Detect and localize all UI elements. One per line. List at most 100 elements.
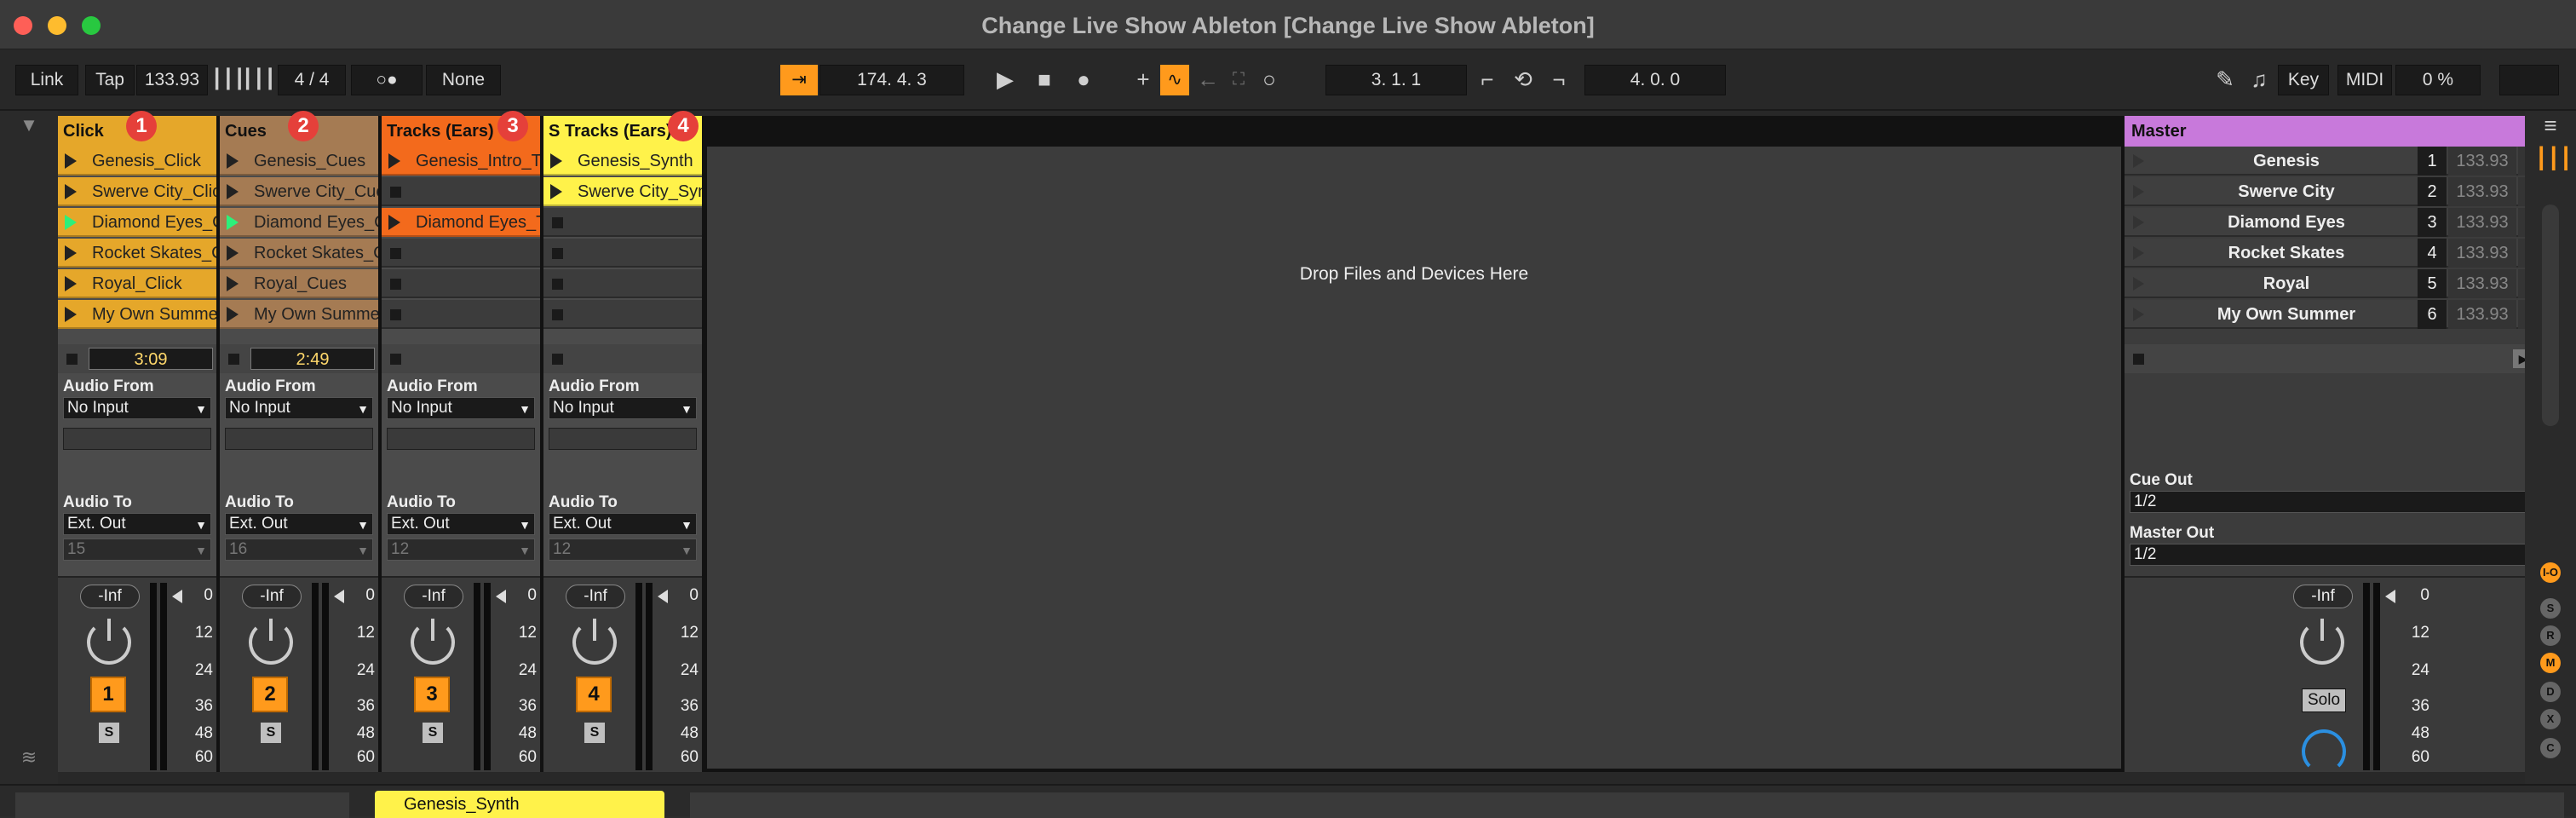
view-toggle-x[interactable]: X: [2540, 709, 2561, 729]
play-icon[interactable]: [227, 276, 239, 291]
tempo-field[interactable]: 133.93: [136, 65, 208, 95]
scene-tempo[interactable]: 133.93: [2448, 239, 2516, 268]
computer-midi-keyboard-icon[interactable]: ♫: [2244, 65, 2274, 95]
view-toggle-c[interactable]: C: [2540, 738, 2561, 758]
loop-length-field[interactable]: 4. 0. 0: [1584, 65, 1726, 95]
back-to-arrangement-icon[interactable]: ←: [1193, 65, 1223, 95]
loop-start-field[interactable]: 3. 1. 1: [1325, 65, 1467, 95]
track-activator-button[interactable]: 4: [576, 677, 612, 712]
audio-from-select[interactable]: No Input: [225, 397, 373, 419]
play-icon[interactable]: [227, 184, 239, 199]
clip-slot[interactable]: Diamond Eyes_Click: [58, 208, 216, 237]
pan-knob[interactable]: [87, 619, 131, 665]
solo-button[interactable]: S: [423, 723, 443, 743]
overdub-icon[interactable]: +: [1128, 65, 1159, 95]
clip-slot[interactable]: Rocket Skates_Cues: [220, 239, 378, 268]
automation-arm-icon[interactable]: ∿: [1160, 65, 1189, 95]
mixer-toggle-icon[interactable]: ┃┃┃: [2535, 145, 2572, 176]
scene-launch-icon[interactable]: [2133, 308, 2144, 321]
tap-button[interactable]: Tap: [85, 65, 135, 95]
capture-icon[interactable]: ⛶: [1223, 65, 1254, 95]
follow-button[interactable]: ⇥: [780, 65, 818, 95]
scene-launch-icon[interactable]: [2133, 216, 2144, 229]
loop-switch-icon[interactable]: ⟲: [1508, 65, 1538, 95]
empty-clip-slot[interactable]: [543, 269, 702, 298]
empty-clip-slot[interactable]: [382, 239, 540, 268]
view-toggle-s[interactable]: S: [2540, 598, 2561, 619]
pan-knob[interactable]: [572, 619, 617, 665]
punch-out-icon[interactable]: ¬: [1544, 65, 1574, 95]
play-icon[interactable]: [550, 153, 562, 169]
empty-clip-slot[interactable]: [543, 300, 702, 329]
empty-clip-slot[interactable]: [543, 239, 702, 268]
scene-row[interactable]: Swerve City 2 133.93 4 / 4: [2125, 177, 2576, 206]
cue-out-select[interactable]: 1/2: [2130, 491, 2571, 513]
scene-tempo[interactable]: 133.93: [2448, 208, 2516, 237]
track-activator-button[interactable]: 3: [414, 677, 450, 712]
scene-row[interactable]: Genesis 1 133.93 4 / 4: [2125, 147, 2576, 176]
play-icon[interactable]: ▶: [990, 65, 1021, 95]
clip-slot[interactable]: Swerve City_Click: [58, 177, 216, 206]
input-channel-select[interactable]: [225, 428, 373, 450]
play-icon[interactable]: [227, 245, 239, 261]
clip-slot[interactable]: Genesis_Intro_Tracks: [382, 147, 540, 176]
audio-from-select[interactable]: No Input: [63, 397, 211, 419]
view-toggle-d[interactable]: D: [2540, 682, 2561, 702]
playing-icon[interactable]: [65, 215, 77, 230]
view-toggle-i-o[interactable]: I-O: [2540, 562, 2561, 583]
input-channel-select[interactable]: [387, 428, 535, 450]
stop-button-icon[interactable]: [552, 248, 563, 259]
stop-button-icon[interactable]: [390, 279, 401, 290]
track-activator-button[interactable]: 2: [252, 677, 288, 712]
input-channel-select[interactable]: [63, 428, 211, 450]
stop-clips-button[interactable]: [552, 354, 563, 365]
volume-field[interactable]: -Inf: [404, 585, 463, 608]
clip-slot[interactable]: Royal_Cues: [220, 269, 378, 298]
overview-toggle-icon[interactable]: ≋: [14, 743, 44, 774]
output-channel-select[interactable]: 16: [225, 539, 373, 561]
scene-tempo[interactable]: 133.93: [2448, 177, 2516, 206]
master-volume-field[interactable]: -Inf: [2293, 585, 2353, 608]
clip-view-title[interactable]: Genesis_Synth: [375, 791, 664, 818]
clip-slot[interactable]: My Own Summer_Cues: [220, 300, 378, 329]
tempo-nudge-down-icon[interactable]: ┃┃┃: [211, 65, 245, 95]
scene-row[interactable]: Royal 5 133.93 4 / 4: [2125, 269, 2576, 298]
stop-clips-button[interactable]: [66, 354, 78, 365]
metronome-button[interactable]: ○●: [351, 65, 423, 95]
audio-to-select[interactable]: Ext. Out: [549, 513, 697, 535]
clip-slot[interactable]: My Own Summer_Click: [58, 300, 216, 329]
clip-slot[interactable]: Genesis_Cues: [220, 147, 378, 176]
stop-clips-button[interactable]: [390, 354, 401, 365]
master-pan-knob[interactable]: [2300, 619, 2344, 665]
arrangement-position-field[interactable]: 174. 4. 3: [819, 65, 964, 95]
play-icon[interactable]: [65, 276, 77, 291]
volume-field[interactable]: -Inf: [80, 585, 140, 608]
play-icon[interactable]: [388, 153, 400, 169]
clip-slot[interactable]: Genesis_Synth: [543, 147, 702, 176]
output-channel-select[interactable]: 15: [63, 539, 211, 561]
playing-icon[interactable]: [227, 215, 239, 230]
drop-zone[interactable]: Drop Files and Devices Here: [707, 147, 2121, 769]
solo-select-button[interactable]: Solo: [2302, 688, 2346, 712]
clip-slot[interactable]: Swerve City_Cues: [220, 177, 378, 206]
play-icon[interactable]: [65, 184, 77, 199]
stop-clips-button[interactable]: [228, 354, 239, 365]
pan-knob[interactable]: [411, 619, 455, 665]
empty-clip-slot[interactable]: [382, 269, 540, 298]
solo-button[interactable]: S: [584, 723, 605, 743]
tempo-nudge-up-icon[interactable]: ┃┃┃: [242, 65, 276, 95]
record-icon[interactable]: ●: [1068, 65, 1099, 95]
play-icon[interactable]: [65, 153, 77, 169]
stop-button-icon[interactable]: [390, 248, 401, 259]
output-channel-select[interactable]: 12: [549, 539, 697, 561]
cue-volume-knob[interactable]: [2302, 729, 2346, 774]
play-icon[interactable]: [65, 245, 77, 261]
menu-icon[interactable]: ≡: [2535, 111, 2566, 141]
scene-row[interactable]: Rocket Skates 4 133.93 4 / 4: [2125, 239, 2576, 268]
scene-launch-icon[interactable]: [2133, 246, 2144, 260]
empty-clip-slot[interactable]: [543, 208, 702, 237]
play-icon[interactable]: [227, 153, 239, 169]
scene-tempo[interactable]: 133.93: [2448, 300, 2516, 329]
scene-tempo[interactable]: 133.93: [2448, 147, 2516, 176]
audio-to-select[interactable]: Ext. Out: [63, 513, 211, 535]
